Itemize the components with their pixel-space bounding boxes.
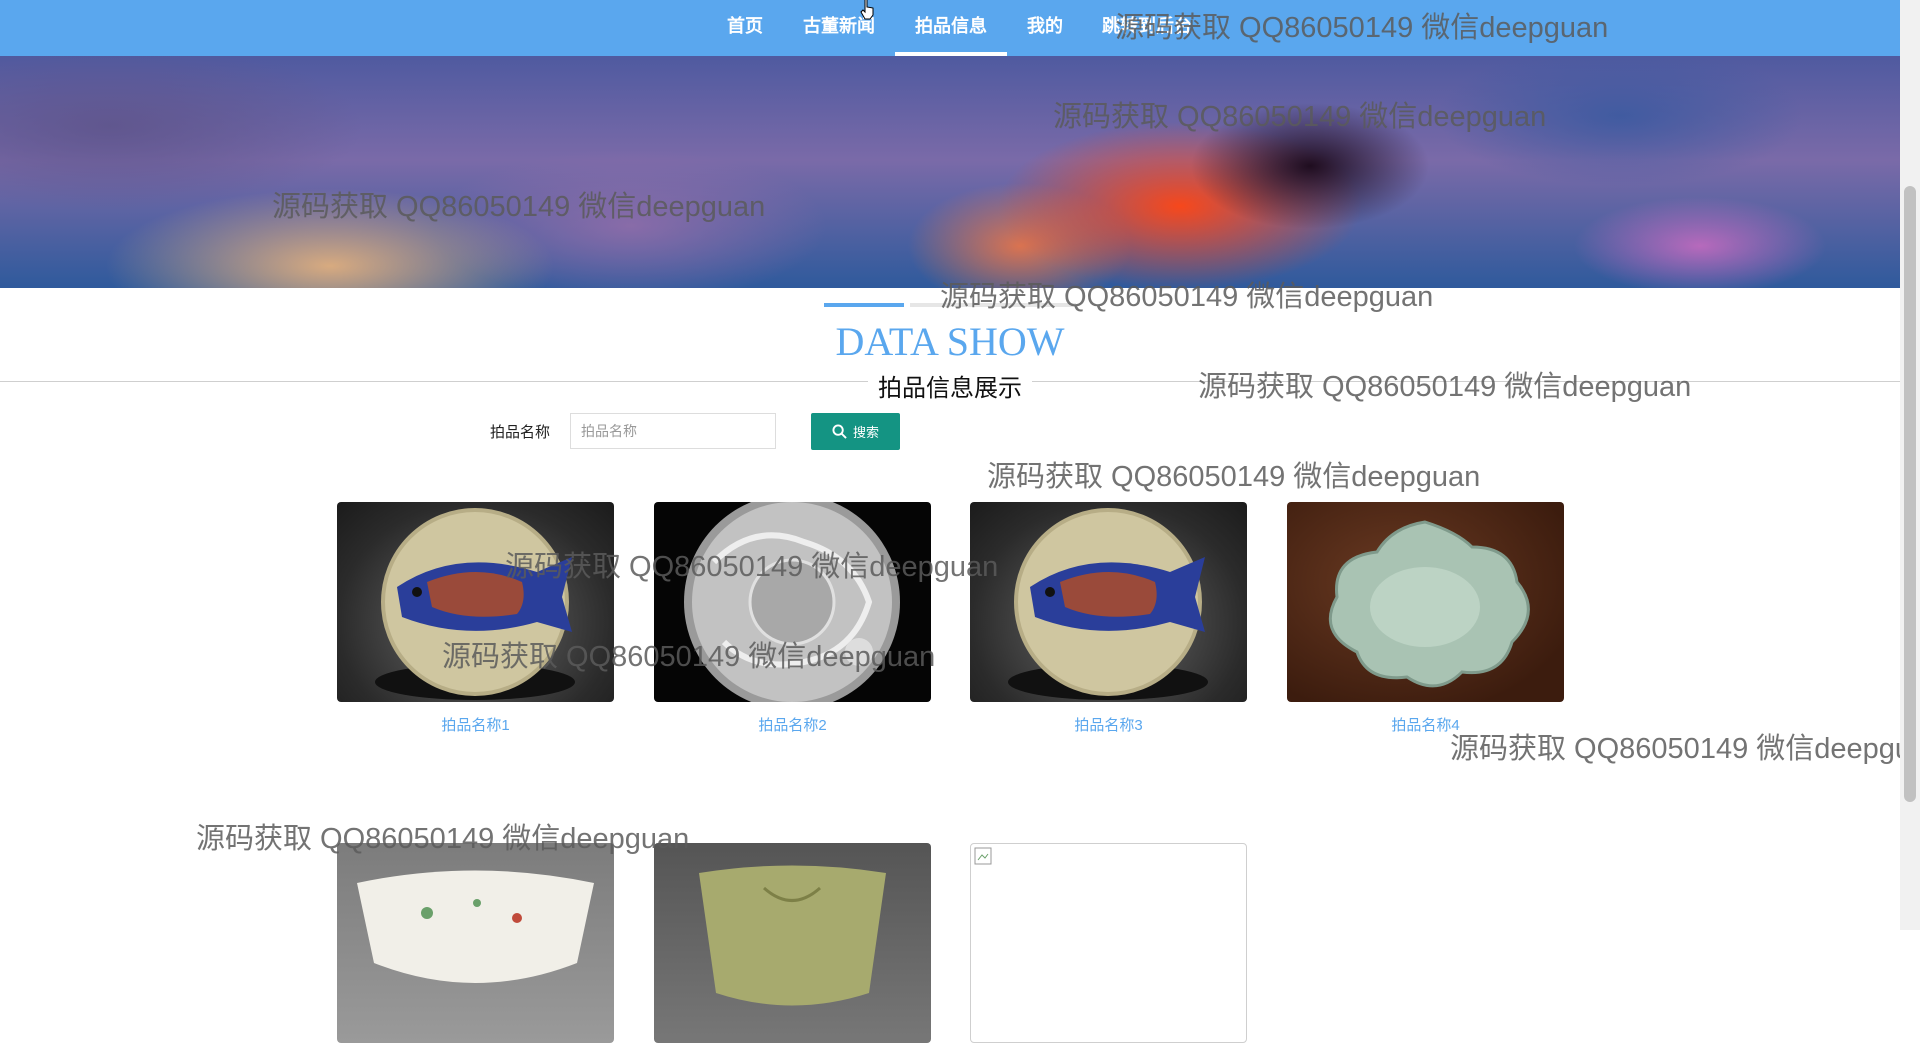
nav-item-admin[interactable]: 跳转到后台: [1102, 0, 1192, 56]
carousel-indicator-active[interactable]: [824, 303, 904, 307]
product-image[interactable]: [654, 843, 931, 1043]
product-card[interactable]: [970, 843, 1247, 1043]
section-subtitle-wrap: 拍品信息展示: [0, 368, 1900, 403]
product-card[interactable]: 拍品名称4: [1287, 502, 1564, 735]
search-button-label: 搜索: [852, 425, 879, 440]
product-card[interactable]: [337, 843, 614, 1043]
carousel-indicator[interactable]: [910, 303, 1076, 307]
section-title: DATA SHOW: [835, 319, 1065, 364]
nav-menu: 首页 古董新闻 拍品信息 我的 跳转到后台: [0, 0, 1920, 56]
product-image[interactable]: [337, 843, 614, 1043]
product-name[interactable]: 拍品名称4: [1287, 714, 1564, 735]
nav-item-auction-items[interactable]: 拍品信息: [895, 0, 1007, 56]
product-card[interactable]: 拍品名称1: [337, 502, 614, 735]
search-input[interactable]: [570, 413, 776, 449]
broken-image[interactable]: [970, 843, 1247, 1043]
section-subtitle: 拍品信息展示: [868, 375, 1032, 402]
product-name[interactable]: 拍品名称3: [970, 714, 1247, 735]
scrollbar-thumb[interactable]: [1904, 186, 1916, 802]
product-name[interactable]: 拍品名称1: [337, 714, 614, 735]
broken-image-icon: [974, 847, 992, 865]
product-card[interactable]: [654, 843, 931, 1043]
search-button[interactable]: 搜索: [811, 413, 900, 450]
product-image[interactable]: [1287, 502, 1564, 702]
product-name[interactable]: 拍品名称2: [654, 714, 931, 735]
product-card[interactable]: 拍品名称2: [654, 502, 931, 735]
mouse-pointer-icon: [860, 0, 874, 20]
page-scrollbar[interactable]: [1900, 0, 1920, 930]
watermark-text: 源码获取 QQ86050149 微信deepguan: [987, 461, 1481, 493]
product-image[interactable]: [970, 502, 1247, 702]
nav-item-home[interactable]: 首页: [726, 0, 764, 56]
search-icon: [832, 424, 847, 439]
product-card[interactable]: 拍品名称3: [970, 502, 1247, 735]
top-navbar: 首页 古董新闻 拍品信息 我的 跳转到后台: [0, 0, 1920, 56]
product-image[interactable]: [337, 502, 614, 702]
nav-item-mine[interactable]: 我的: [1026, 0, 1064, 56]
hero-banner: [0, 56, 1900, 288]
search-label: 拍品名称: [490, 424, 551, 441]
product-image[interactable]: [654, 502, 931, 702]
